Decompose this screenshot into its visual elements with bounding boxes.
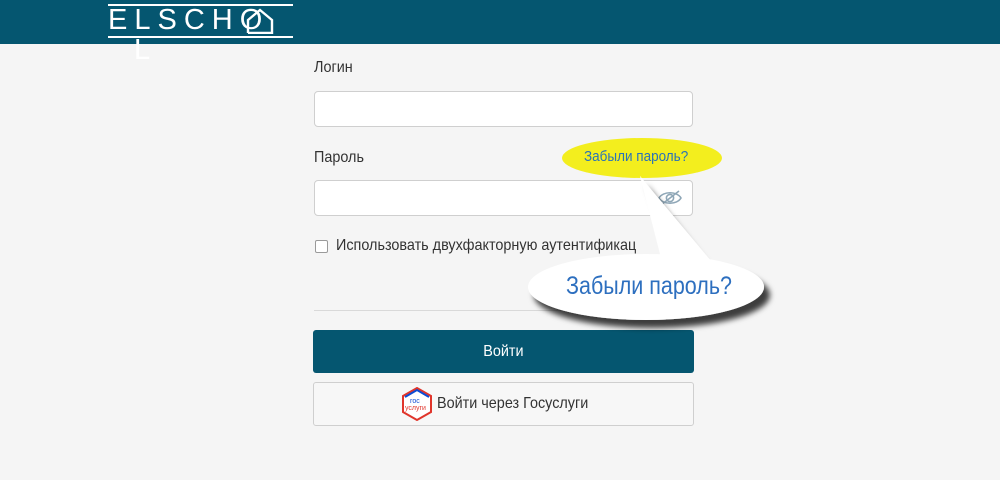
- show-password-button[interactable]: [655, 186, 685, 210]
- two-factor-label: Использовать двухфакторную аутентификац: [336, 237, 637, 254]
- two-factor-checkbox[interactable]: [315, 240, 328, 253]
- logo-bottom-line: [108, 36, 293, 38]
- gosuslugi-login-button[interactable]: гос услуги Войти через Госуслуги: [313, 382, 694, 426]
- forgot-password-link[interactable]: Забыли пароль?: [584, 147, 688, 167]
- login-button-label: Войти: [483, 342, 524, 360]
- gosuslugi-logo-icon: гос услуги: [402, 387, 433, 421]
- elschool-logo[interactable]: ELSCHOL: [108, 2, 294, 65]
- eye-icon: [658, 190, 682, 206]
- login-label: Логин: [314, 59, 353, 76]
- login-button[interactable]: Войти: [313, 330, 694, 373]
- gosuslugi-button-label: Войти через Госуслуги: [437, 395, 589, 412]
- callout-text: Забыли пароль?: [566, 272, 732, 300]
- top-bar: ELSCHOL: [0, 0, 1000, 65]
- form-divider: [314, 310, 694, 311]
- house-icon: [246, 8, 274, 34]
- gos-logo-line1: гос: [410, 398, 420, 405]
- password-label: Пароль: [314, 149, 364, 166]
- gos-logo-line2: услуги: [405, 405, 426, 412]
- password-input[interactable]: [314, 180, 693, 216]
- login-input[interactable]: [314, 91, 693, 127]
